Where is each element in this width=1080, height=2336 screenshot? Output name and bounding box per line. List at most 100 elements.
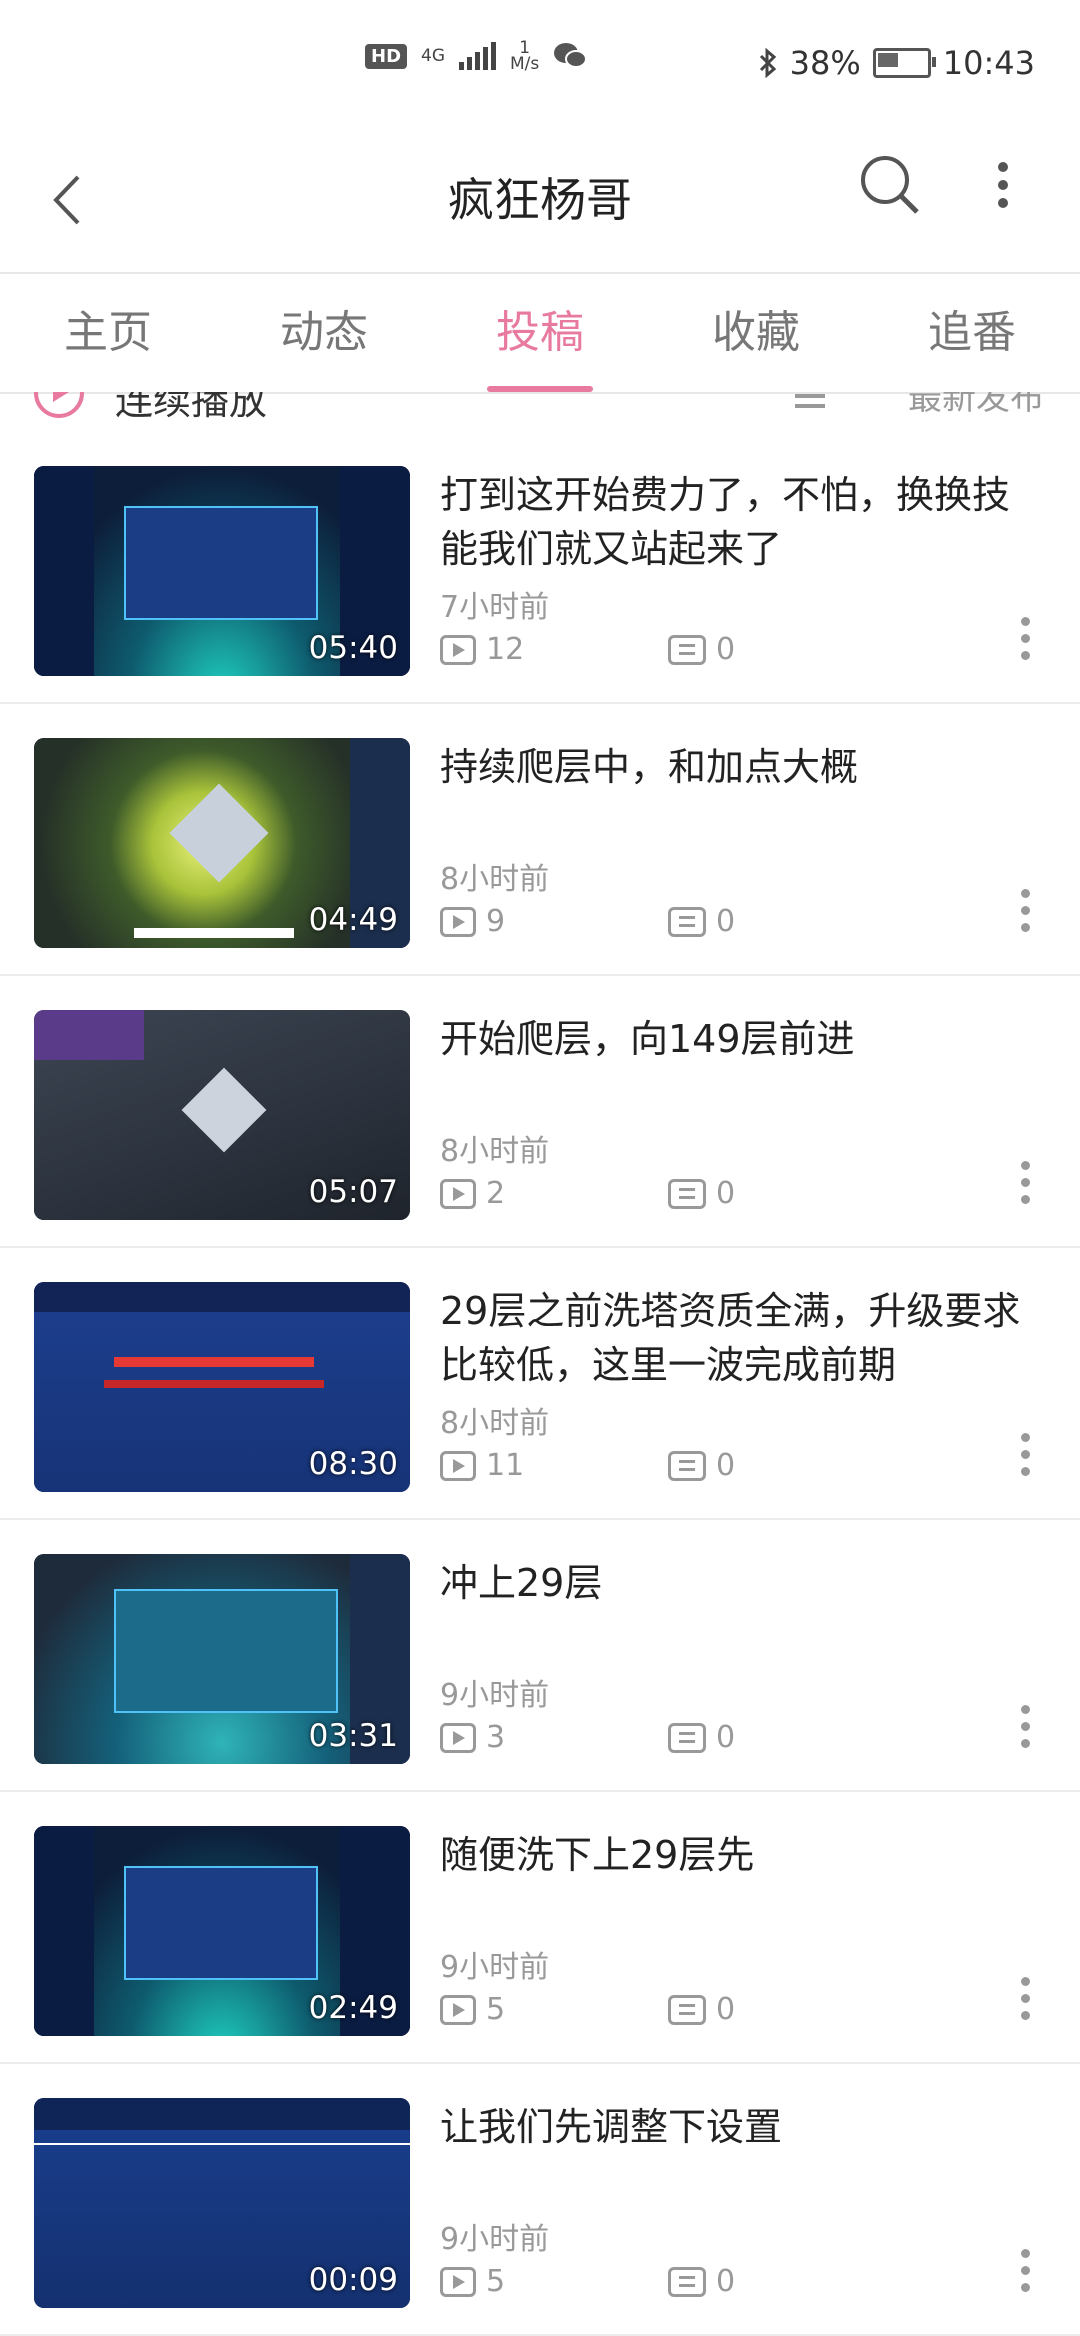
video-time: 9小时前 (440, 1950, 550, 1985)
video-item[interactable]: 05:40 打到这开始费力了，不怕，换换技能我们就又站起来了 7小时前 12 0 (0, 432, 1080, 704)
video-item[interactable]: 02:49 随便洗下上29层先 9小时前 5 0 (0, 1792, 1080, 2064)
video-views: 2 (440, 1176, 505, 1211)
comment-icon (668, 906, 706, 937)
video-duration: 05:40 (308, 630, 398, 666)
video-time: 8小时前 (440, 1134, 550, 1169)
video-title: 打到这开始费力了，不怕，换换技能我们就又站起来了 (440, 473, 1011, 571)
comment-icon (668, 1450, 706, 1481)
video-view-count: 11 (486, 1448, 525, 1483)
play-count-icon (440, 1178, 476, 1209)
video-duration: 03:31 (308, 1718, 398, 1754)
video-comment-count: 0 (716, 1448, 736, 1483)
wechat-icon (554, 43, 588, 68)
sort-icon[interactable] (795, 392, 825, 414)
video-comment-count: 0 (716, 904, 736, 939)
video-view-count: 5 (486, 1992, 506, 2027)
video-duration: 08:30 (308, 1446, 398, 1482)
video-thumbnail[interactable]: 05:40 (34, 466, 410, 676)
video-time: 7小时前 (440, 590, 550, 625)
video-item[interactable]: 05:07 开始爬层，向149层前进 8小时前 2 0 (0, 976, 1080, 1248)
video-view-count: 12 (486, 632, 525, 667)
search-icon[interactable] (855, 150, 935, 230)
network-speed-unit: M/s (510, 54, 540, 74)
video-item[interactable]: 04:49 持续爬层中，和加点大概 8小时前 9 0 (0, 704, 1080, 976)
video-thumbnail[interactable]: 08:30 (34, 1282, 410, 1492)
tab-dynamics[interactable]: 动态 (216, 274, 432, 392)
video-item[interactable]: 03:31 冲上29层 9小时前 3 0 (0, 1520, 1080, 1792)
video-comment-count: 0 (716, 2264, 736, 2299)
video-duration: 02:49 (308, 1990, 398, 2026)
video-title: 持续爬层中，和加点大概 (440, 745, 859, 789)
video-time: 9小时前 (440, 1678, 550, 1713)
video-thumbnail[interactable]: 05:07 (34, 1010, 410, 1220)
video-comments: 0 (668, 1720, 735, 1755)
play-count-icon (440, 1722, 476, 1753)
play-count-icon (440, 634, 476, 665)
video-views: 5 (440, 2264, 505, 2299)
video-duration: 05:07 (308, 1174, 398, 1210)
tab-uploads[interactable]: 投稿 (432, 274, 648, 392)
video-duration: 00:09 (308, 2262, 398, 2298)
video-title: 冲上29层 (440, 1561, 603, 1605)
item-more-icon[interactable] (1015, 1433, 1035, 1493)
status-right-group: 38% 10:43 (758, 44, 1035, 82)
play-count-icon (440, 1994, 476, 2025)
video-item[interactable]: 00:09 让我们先调整下设置 9小时前 5 0 (0, 2064, 1080, 2336)
tab-follow-anime[interactable]: 追番 (864, 274, 1080, 392)
item-more-icon[interactable] (1015, 2249, 1035, 2309)
video-views: 11 (440, 1448, 524, 1483)
video-view-count: 5 (486, 2264, 506, 2299)
item-more-icon[interactable] (1015, 1705, 1035, 1765)
status-network-group: HD 4G 1 M/s (365, 40, 588, 74)
video-title: 随便洗下上29层先 (440, 1833, 755, 1877)
clock: 10:43 (942, 44, 1035, 82)
comment-icon (668, 2266, 706, 2297)
video-thumbnail[interactable]: 00:09 (34, 2098, 410, 2308)
item-more-icon[interactable] (1015, 617, 1035, 677)
video-views: 9 (440, 904, 505, 939)
video-comments: 0 (668, 1992, 735, 2027)
video-item[interactable]: 08:30 29层之前洗塔资质全满，升级要求比较低，这里一波完成前期 8小时前 … (0, 1248, 1080, 1520)
video-comments: 0 (668, 1448, 735, 1483)
video-comments: 0 (668, 2264, 735, 2299)
battery-percent: 38% (789, 44, 861, 82)
video-view-count: 9 (486, 904, 506, 939)
video-views: 5 (440, 1992, 505, 2027)
video-comment-count: 0 (716, 1720, 736, 1755)
sort-label[interactable]: 最新发布 (908, 392, 1044, 419)
tab-favorites[interactable]: 收藏 (648, 274, 864, 392)
comment-icon (668, 1722, 706, 1753)
play-count-icon (440, 906, 476, 937)
video-comment-count: 0 (716, 1176, 736, 1211)
network-type: 4G (421, 46, 446, 66)
item-more-icon[interactable] (1015, 889, 1035, 949)
more-icon[interactable] (988, 155, 1038, 235)
video-time: 8小时前 (440, 862, 550, 897)
status-bar: HD 4G 1 M/s 38% 10:43 (0, 0, 1080, 130)
video-thumbnail[interactable]: 04:49 (34, 738, 410, 948)
network-speed: 1 M/s (510, 40, 540, 74)
video-title: 29层之前洗塔资质全满，升级要求比较低，这里一波完成前期 (440, 1289, 1021, 1387)
comment-icon (668, 1178, 706, 1209)
video-comment-count: 0 (716, 1992, 736, 2027)
video-thumbnail[interactable]: 02:49 (34, 1826, 410, 2036)
item-more-icon[interactable] (1015, 1161, 1035, 1221)
autoplay-icon[interactable] (34, 392, 84, 418)
item-more-icon[interactable] (1015, 1977, 1035, 2037)
play-count-icon (440, 1450, 476, 1481)
video-comments: 0 (668, 632, 735, 667)
video-view-count: 3 (486, 1720, 506, 1755)
video-title: 让我们先调整下设置 (440, 2105, 783, 2149)
video-time: 9小时前 (440, 2222, 550, 2257)
tab-bar: 主页 动态 投稿 收藏 追番 (0, 272, 1080, 394)
play-count-icon (440, 2266, 476, 2297)
autoplay-label[interactable]: 连续播放 (115, 392, 267, 422)
comment-icon (668, 1994, 706, 2025)
video-view-count: 2 (486, 1176, 506, 1211)
video-thumbnail[interactable]: 03:31 (34, 1554, 410, 1764)
signal-icon (459, 42, 497, 70)
tab-home[interactable]: 主页 (0, 274, 216, 392)
video-views: 3 (440, 1720, 505, 1755)
video-list: 05:40 打到这开始费力了，不怕，换换技能我们就又站起来了 7小时前 12 0… (0, 432, 1080, 2336)
hd-badge: HD (365, 43, 408, 69)
